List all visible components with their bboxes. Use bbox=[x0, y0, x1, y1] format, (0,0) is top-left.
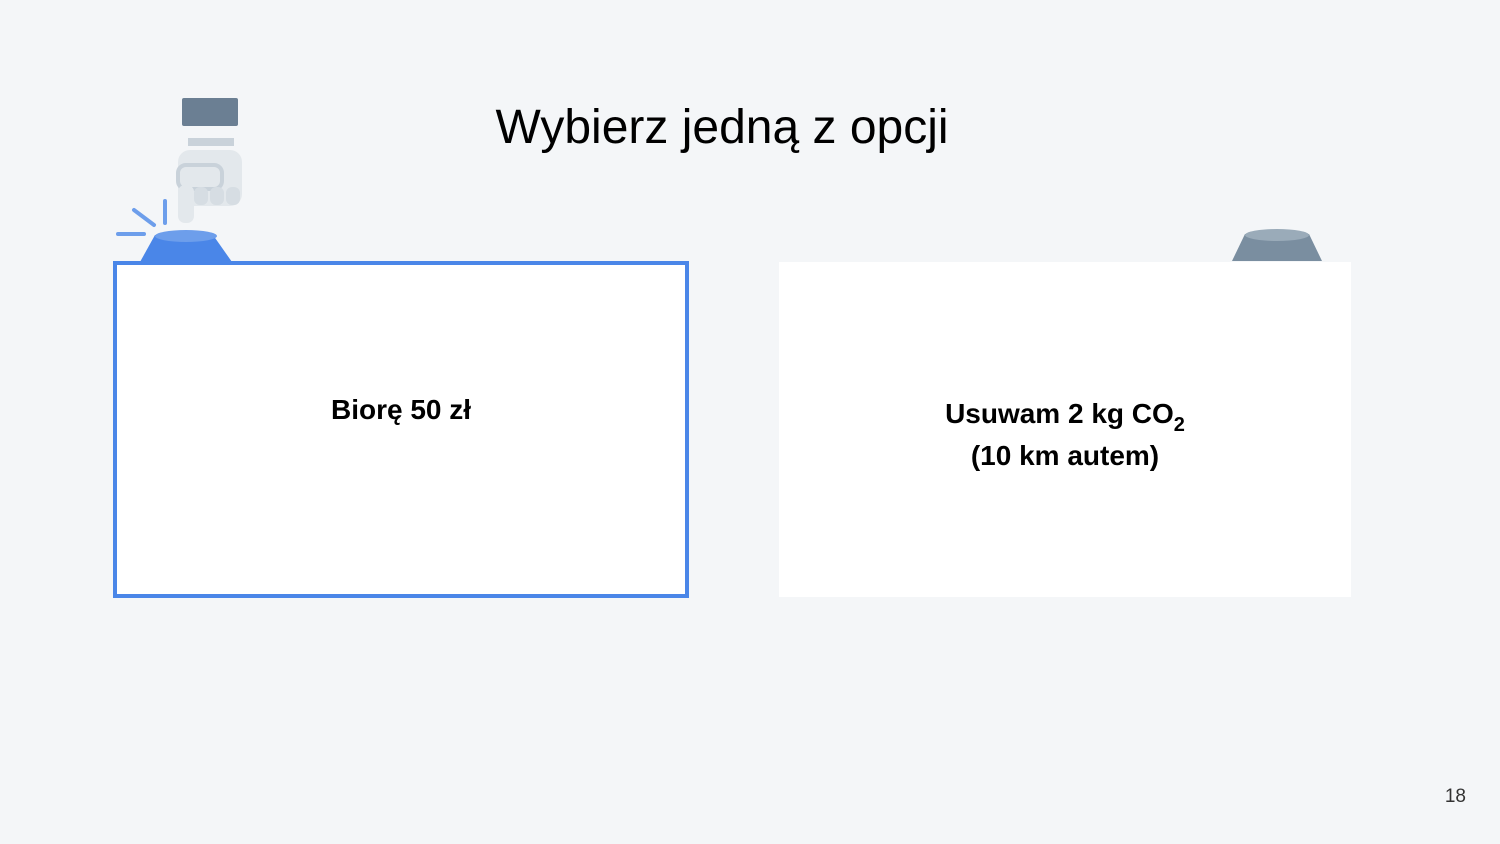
page-number: 18 bbox=[1444, 786, 1466, 807]
option-right-line1: Usuwam 2 kg CO2 bbox=[945, 397, 1185, 436]
unpressed-button-icon bbox=[1232, 229, 1322, 261]
option-left-label: Biorę 50 zł bbox=[330, 393, 472, 425]
option-right-label: Usuwam 2 kg CO2 (10 km autem) bbox=[945, 393, 1185, 477]
option-right-card[interactable]: Usuwam 2 kg CO2 (10 km autem) bbox=[779, 262, 1351, 597]
pressed-button-with-hand-icon bbox=[116, 98, 242, 262]
option-left-card[interactable]: Biorę 50 zł bbox=[113, 261, 689, 598]
option-right-line2: (10 km autem) bbox=[970, 439, 1160, 471]
